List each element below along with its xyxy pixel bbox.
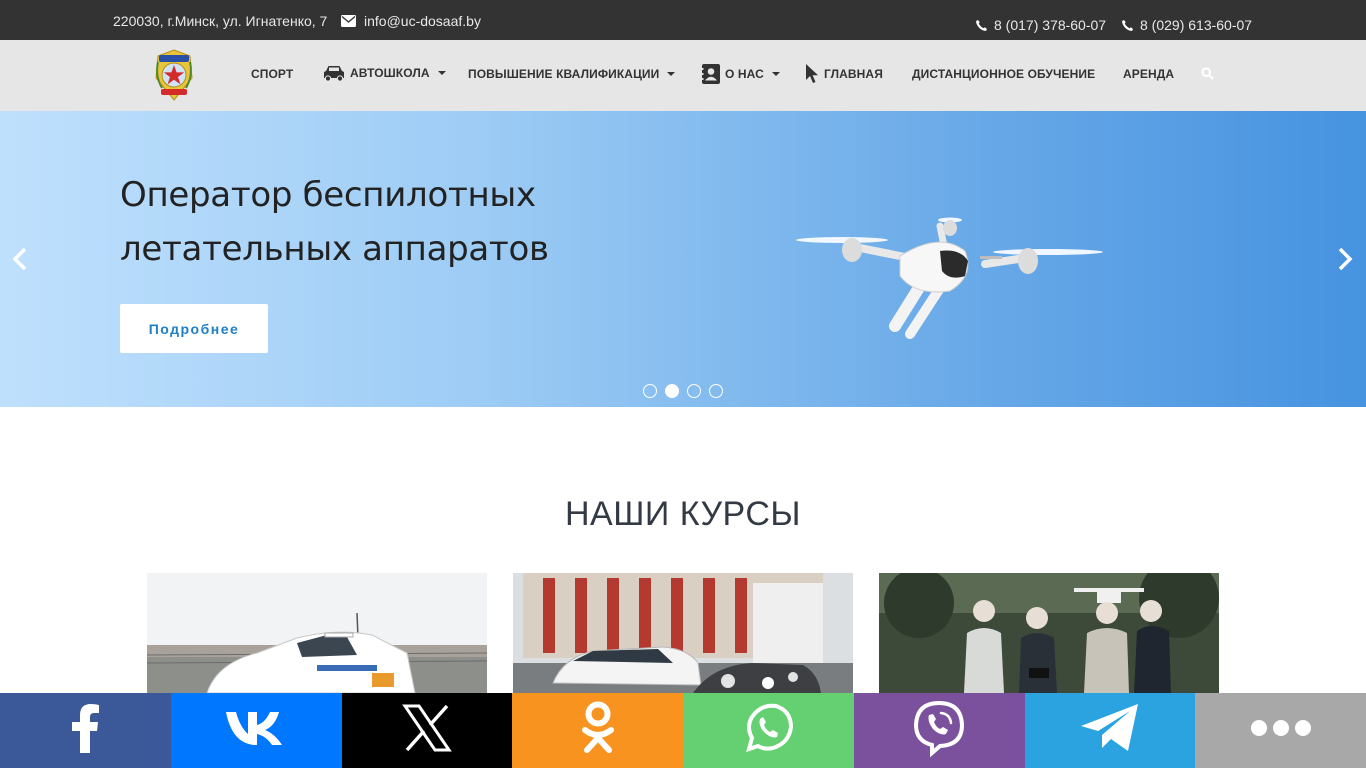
drone-image bbox=[790, 206, 1110, 351]
slider-dot-4[interactable] bbox=[709, 384, 723, 398]
hero-title: Оператор беспилотных летательных аппарат… bbox=[120, 175, 549, 269]
cursor-icon bbox=[805, 63, 820, 85]
share-facebook-button[interactable] bbox=[0, 693, 171, 768]
telegram-icon bbox=[1078, 701, 1142, 760]
contact-card-icon bbox=[701, 63, 721, 85]
nav-label: СПОРТ bbox=[251, 67, 294, 81]
car-icon bbox=[322, 64, 346, 82]
slider-dot-3[interactable] bbox=[687, 384, 701, 398]
share-odnoklassniki-button[interactable] bbox=[512, 693, 683, 768]
nav-label: ПОВЫШЕНИЕ КВАЛИФИКАЦИИ bbox=[468, 67, 660, 81]
share-more-button[interactable] bbox=[1195, 693, 1366, 768]
phone-icon bbox=[975, 19, 988, 32]
course-card-autoschool[interactable] bbox=[147, 573, 487, 693]
address-text: 220030, г.Минск, ул. Игнатенко, 7 bbox=[113, 13, 328, 29]
slider-next-arrow[interactable] bbox=[1336, 246, 1354, 277]
chevron-down-icon bbox=[771, 72, 780, 76]
share-telegram-button[interactable] bbox=[1024, 693, 1196, 768]
nav-label: АВТОШКОЛА bbox=[350, 66, 430, 80]
email-text[interactable]: info@uc-dosaaf.by bbox=[364, 13, 481, 29]
nav-rent[interactable]: АРЕНДА bbox=[1123, 67, 1174, 81]
email-link[interactable]: info@uc-dosaaf.by bbox=[341, 13, 481, 29]
whatsapp-icon bbox=[741, 701, 795, 760]
share-whatsapp-button[interactable] bbox=[683, 693, 854, 768]
top-info-bar: 220030, г.Минск, ул. Игнатенко, 7 info@u… bbox=[0, 0, 1366, 40]
nav-label: О НАС bbox=[725, 67, 764, 81]
phone-text-2[interactable]: 8 (029) 613-60-07 bbox=[1140, 17, 1252, 33]
nav-distance-learning[interactable]: ДИСТАНЦИОННОЕ ОБУЧЕНИЕ bbox=[912, 67, 1095, 81]
nav-label: ДИСТАНЦИОННОЕ ОБУЧЕНИЕ bbox=[912, 67, 1096, 81]
main-navbar: СПОРТ АВТОШКОЛА ПОВЫШЕНИЕ КВАЛИФИКАЦИИ О… bbox=[0, 40, 1366, 111]
search-icon[interactable] bbox=[1201, 67, 1214, 85]
slider-prev-arrow[interactable] bbox=[11, 246, 29, 277]
nav-label: АРЕНДА bbox=[1123, 67, 1175, 81]
envelope-icon bbox=[341, 15, 356, 27]
chevron-down-icon bbox=[667, 72, 676, 76]
nav-home[interactable]: ГЛАВНАЯ bbox=[805, 63, 883, 85]
courses-title: НАШИ КУРСЫ bbox=[564, 495, 801, 533]
details-button[interactable]: Подробнее bbox=[120, 304, 268, 353]
more-dots-icon bbox=[1250, 719, 1312, 742]
phone-link-2[interactable]: 8 (029) 613-60-07 bbox=[1121, 17, 1252, 33]
slider-dot-1[interactable] bbox=[643, 384, 657, 398]
vk-icon bbox=[224, 709, 288, 752]
viber-icon bbox=[910, 699, 968, 762]
course-card-drone-operator[interactable] bbox=[879, 573, 1219, 693]
dosaaf-logo[interactable] bbox=[152, 48, 196, 102]
facebook-icon bbox=[69, 703, 101, 758]
share-x-button[interactable] bbox=[341, 693, 513, 768]
hero-slider: Оператор беспилотных летательных аппарат… bbox=[0, 111, 1366, 407]
nav-autoschool[interactable]: АВТОШКОЛА bbox=[322, 64, 446, 82]
slider-dot-2[interactable] bbox=[665, 384, 679, 398]
share-vk-button[interactable] bbox=[170, 693, 342, 768]
social-share-bar bbox=[0, 693, 1366, 768]
nav-about[interactable]: О НАС bbox=[701, 63, 780, 85]
chevron-down-icon bbox=[437, 71, 446, 75]
nav-qualification[interactable]: ПОВЫШЕНИЕ КВАЛИФИКАЦИИ bbox=[468, 67, 676, 81]
course-card-qualification[interactable] bbox=[513, 573, 853, 693]
nav-label: ГЛАВНАЯ bbox=[824, 67, 883, 81]
x-icon bbox=[402, 703, 452, 758]
phone-icon bbox=[1121, 19, 1134, 32]
phone-link-1[interactable]: 8 (017) 378-60-07 bbox=[975, 17, 1106, 33]
share-viber-button[interactable] bbox=[853, 693, 1025, 768]
phone-text-1[interactable]: 8 (017) 378-60-07 bbox=[994, 17, 1106, 33]
odnoklassniki-icon bbox=[580, 700, 616, 761]
nav-sport[interactable]: СПОРТ bbox=[251, 67, 293, 81]
slider-dots bbox=[643, 384, 723, 398]
